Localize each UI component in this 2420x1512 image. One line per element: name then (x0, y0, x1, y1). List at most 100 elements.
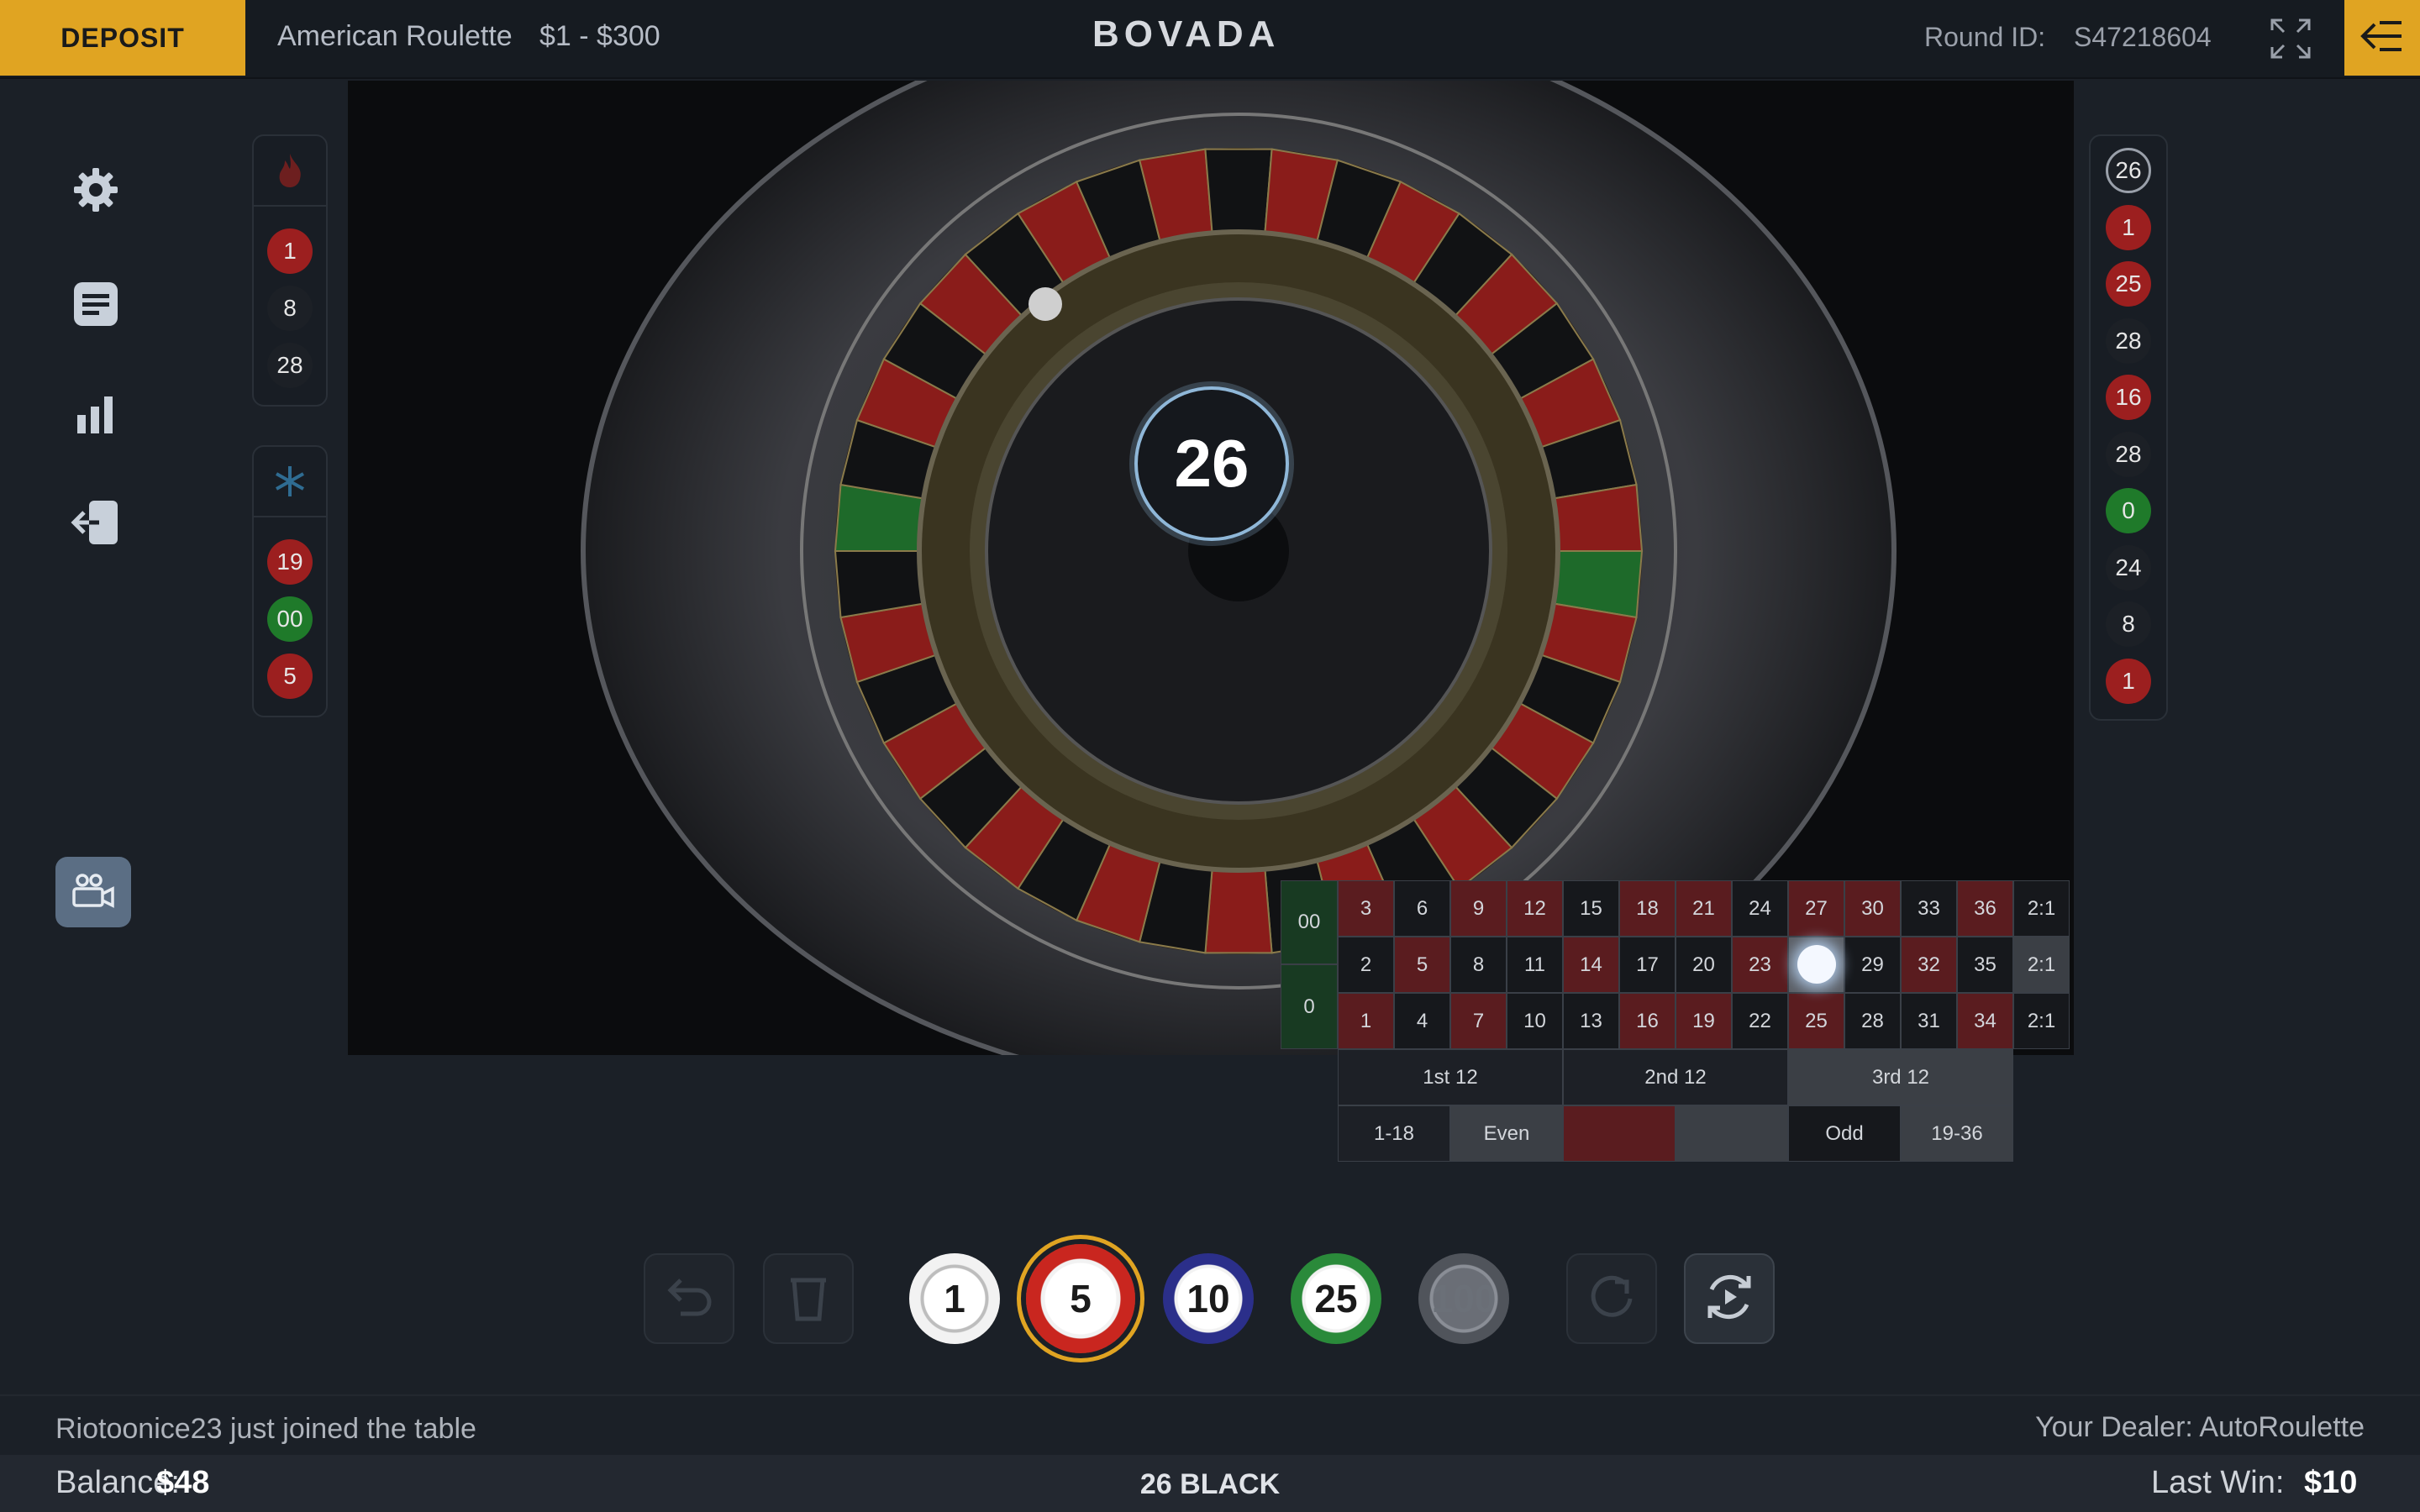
history-item: 28 (2106, 431, 2151, 477)
bet-high[interactable]: 19-36 (1901, 1105, 2013, 1162)
chip-10[interactable]: 10 (1163, 1253, 1254, 1344)
bet-number-9[interactable]: 9 (1450, 880, 1507, 937)
bet-number-32[interactable]: 32 (1901, 937, 1957, 993)
bet-number-4[interactable]: 4 (1394, 993, 1450, 1049)
bet-number-23[interactable]: 23 (1732, 937, 1788, 993)
menu-button[interactable] (2344, 0, 2420, 76)
bet-number-6[interactable]: 6 (1394, 880, 1450, 937)
bet-number-28[interactable]: 28 (1844, 993, 1901, 1049)
bet-number-8[interactable]: 8 (1450, 937, 1507, 993)
rules-icon[interactable] (66, 274, 126, 334)
bet-number-30[interactable]: 30 (1844, 880, 1901, 937)
fullscreen-icon[interactable] (2267, 15, 2314, 62)
settings-icon[interactable] (66, 160, 126, 220)
balance-value: $48 (156, 1465, 210, 1500)
last-win-value: $10 (2304, 1465, 2358, 1500)
bet-number-35[interactable]: 35 (1957, 937, 2013, 993)
winning-number-badge: 26 (1134, 386, 1289, 541)
bet-number-14[interactable]: 14 (1563, 937, 1619, 993)
clear-bets-button[interactable] (763, 1253, 854, 1344)
bet-number-20[interactable]: 20 (1676, 937, 1732, 993)
table-limits: $1 - $300 (539, 20, 660, 52)
bet-number-22[interactable]: 22 (1732, 993, 1788, 1049)
bet-number-16[interactable]: 16 (1619, 993, 1676, 1049)
bet-number-1[interactable]: 1 (1338, 993, 1394, 1049)
bet-00[interactable]: 00 (1281, 880, 1338, 964)
bet-black[interactable] (1676, 1105, 1788, 1162)
bet-number-21[interactable]: 21 (1676, 880, 1732, 937)
redo-icon (1586, 1272, 1637, 1326)
bet-number-25[interactable]: 25 (1788, 993, 1844, 1049)
bet-even[interactable]: Even (1450, 1105, 1563, 1162)
bet-column[interactable]: 2:1 (2013, 880, 2070, 937)
chip-100[interactable]: 100 (1418, 1253, 1509, 1344)
bet-number-31[interactable]: 31 (1901, 993, 1957, 1049)
deposit-button[interactable]: DEPOSIT (0, 0, 245, 76)
bet-0[interactable]: 0 (1281, 964, 1338, 1049)
bet-odd[interactable]: Odd (1788, 1105, 1901, 1162)
cold-numbers-item: 5 (267, 654, 313, 699)
bet-number-18[interactable]: 18 (1619, 880, 1676, 937)
bet-dozen[interactable]: 1st 12 (1338, 1049, 1563, 1105)
history-item: 28 (2106, 318, 2151, 364)
bet-number-15[interactable]: 15 (1563, 880, 1619, 937)
bet-number-19[interactable]: 19 (1676, 993, 1732, 1049)
bet-number-34[interactable]: 34 (1957, 993, 2013, 1049)
dealer-name: Your Dealer: AutoRoulette (2035, 1411, 2365, 1443)
chip-25[interactable]: 25 (1291, 1253, 1381, 1344)
bet-low[interactable]: 1-18 (1338, 1105, 1450, 1162)
bet-number-2[interactable]: 2 (1338, 937, 1394, 993)
hot-numbers-item: 1 (267, 228, 313, 274)
logo: BOVADA (1092, 13, 1281, 55)
bet-dozen[interactable]: 3rd 12 (1788, 1049, 2013, 1105)
bet-number-24[interactable]: 24 (1732, 880, 1788, 937)
undo-button[interactable] (644, 1253, 734, 1344)
bet-red[interactable] (1563, 1105, 1676, 1162)
bet-dozen[interactable]: 2nd 12 (1563, 1049, 1788, 1105)
history-item: 1 (2106, 658, 2151, 704)
snowflake-icon (254, 447, 326, 517)
bet-number-29[interactable]: 29 (1844, 937, 1901, 993)
chat-message: Riotoonice23 just joined the table (55, 1413, 476, 1445)
bet-number-33[interactable]: 33 (1901, 880, 1957, 937)
history-item: 8 (2106, 601, 2151, 647)
statistics-icon[interactable] (66, 383, 126, 444)
autoplay-button[interactable] (1684, 1253, 1775, 1344)
undo-icon (664, 1272, 714, 1326)
last-result-text: 26 BLACK (1139, 1468, 1281, 1500)
bet-number-17[interactable]: 17 (1619, 937, 1676, 993)
bet-number-12[interactable]: 12 (1507, 880, 1563, 937)
bet-column[interactable]: 2:1 (2013, 937, 2070, 993)
autoplay-icon (1700, 1268, 1759, 1331)
camera-icon (71, 872, 116, 913)
hot-numbers-item: 28 (267, 343, 313, 388)
exit-icon[interactable] (66, 492, 126, 553)
bet-number-10[interactable]: 10 (1507, 993, 1563, 1049)
camera-view-button[interactable] (55, 857, 131, 927)
round-id-value: S47218604 (2074, 22, 2212, 52)
results-history-panel: 26 1 25 28 16 28 0 24 8 1 (2089, 134, 2168, 721)
chip-1[interactable]: 1 (909, 1253, 1000, 1344)
cold-numbers-panel: 19 00 5 (252, 445, 328, 717)
bet-number-7[interactable]: 7 (1450, 993, 1507, 1049)
bet-column[interactable]: 2:1 (2013, 993, 2070, 1049)
game-title: American Roulette (277, 20, 513, 52)
history-item: 1 (2106, 204, 2151, 250)
chip-5[interactable]: 5 (1026, 1244, 1135, 1353)
trash-icon (787, 1272, 829, 1326)
bet-number-36[interactable]: 36 (1957, 880, 2013, 937)
bet-number-5[interactable]: 5 (1394, 937, 1450, 993)
history-item: 25 (2106, 261, 2151, 307)
hot-numbers-item: 8 (267, 286, 313, 331)
cold-numbers-item: 19 (267, 539, 313, 585)
bet-number-3[interactable]: 3 (1338, 880, 1394, 937)
win-marker (1797, 945, 1836, 984)
history-item: 26 (2106, 148, 2151, 193)
bet-number-13[interactable]: 13 (1563, 993, 1619, 1049)
cold-numbers-item: 00 (267, 596, 313, 642)
bet-number-11[interactable]: 11 (1507, 937, 1563, 993)
bet-number-27[interactable]: 27 (1788, 880, 1844, 937)
wheel-pocket (1204, 148, 1273, 234)
wheel-pocket (1204, 868, 1273, 954)
redo-button[interactable] (1566, 1253, 1657, 1344)
